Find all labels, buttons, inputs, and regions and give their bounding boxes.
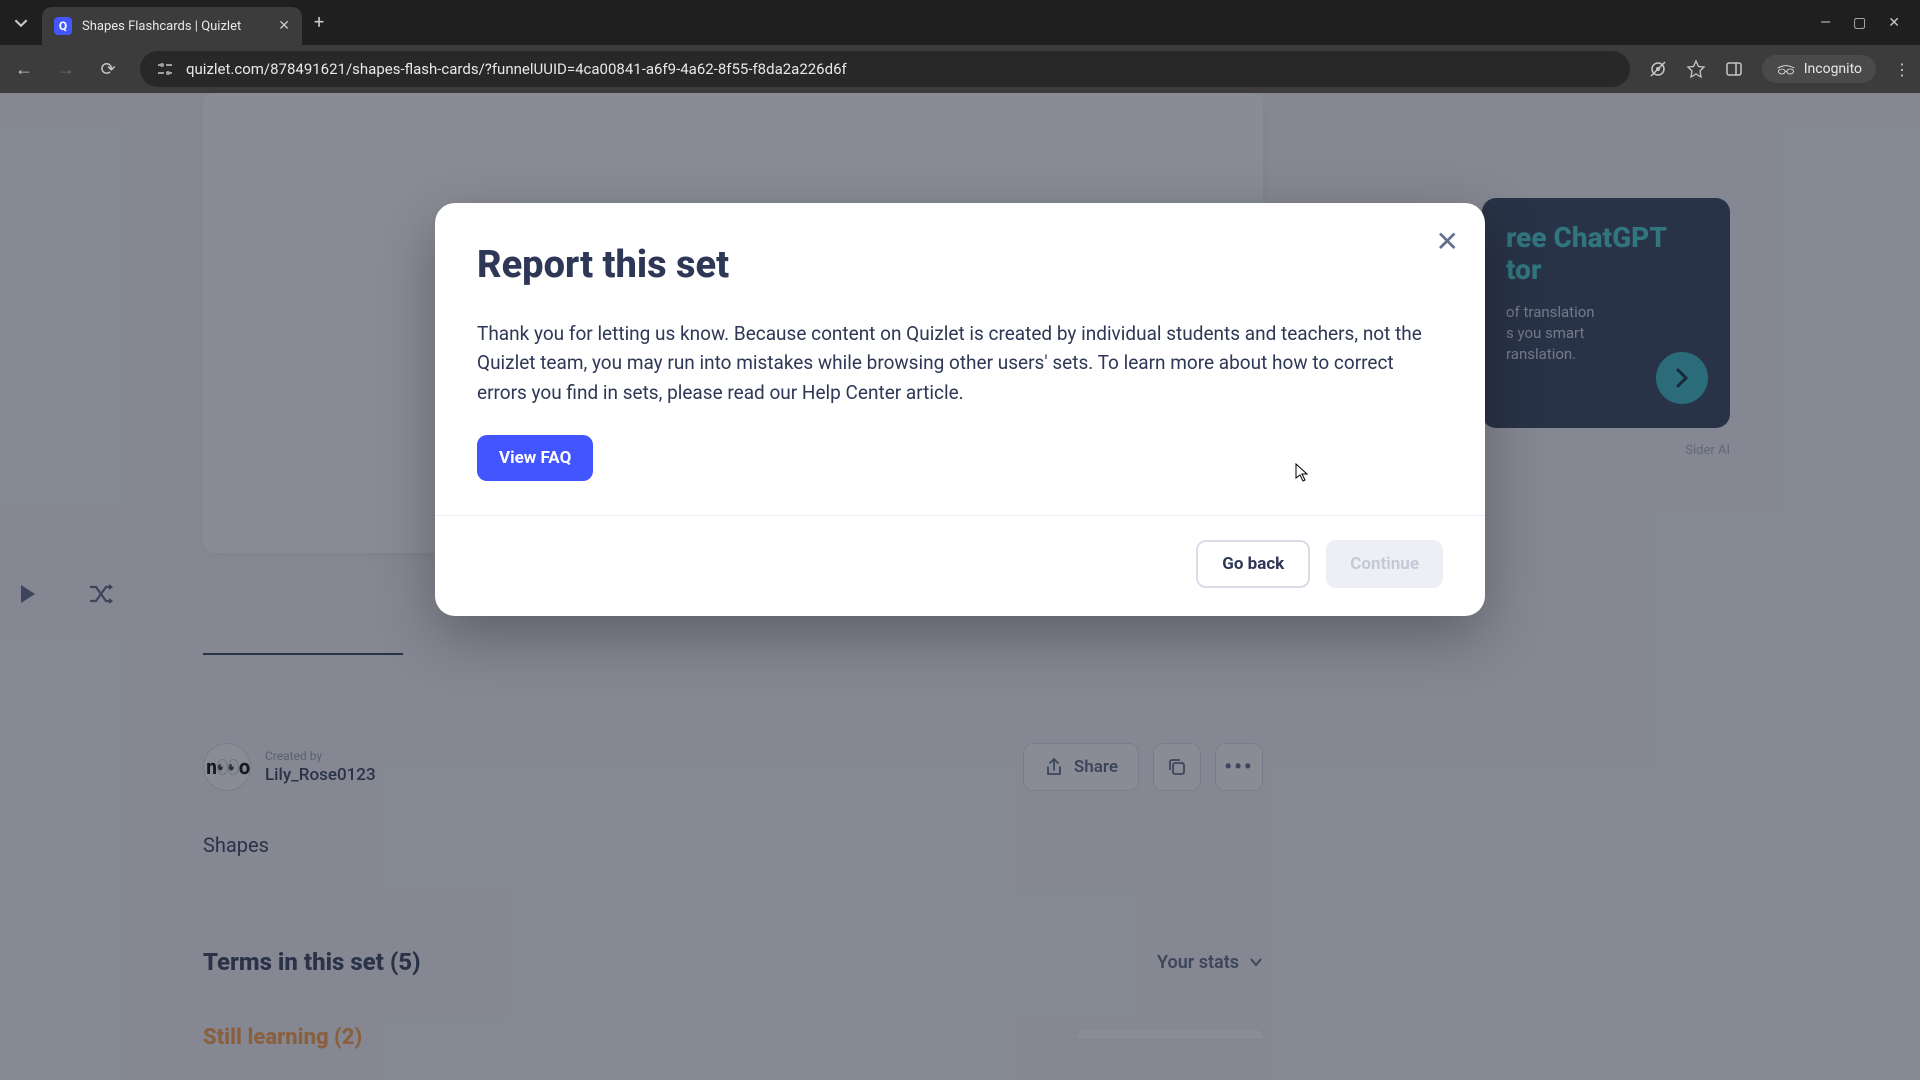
- side-panel-icon[interactable]: [1724, 59, 1744, 79]
- close-window-button[interactable]: ✕: [1888, 15, 1900, 31]
- incognito-badge[interactable]: Incognito: [1762, 55, 1876, 83]
- incognito-icon: [1776, 63, 1796, 75]
- tab-close-icon[interactable]: ✕: [278, 18, 290, 34]
- browser-tab[interactable]: Q Shapes Flashcards | Quizlet ✕: [42, 7, 302, 45]
- tab-title: Shapes Flashcards | Quizlet: [82, 19, 268, 34]
- modal-body: Thank you for letting us know. Because c…: [477, 319, 1443, 407]
- url-text: quizlet.com/878491621/shapes-flash-cards…: [186, 60, 1614, 78]
- cursor-icon: [1295, 463, 1309, 483]
- modal-overlay[interactable]: ✕ Report this set Thank you for letting …: [0, 93, 1920, 1080]
- new-tab-button[interactable]: +: [314, 12, 324, 33]
- report-modal: ✕ Report this set Thank you for letting …: [435, 203, 1485, 616]
- browser-menu-icon[interactable]: ⋮: [1894, 60, 1910, 79]
- maximize-button[interactable]: ▢: [1853, 15, 1866, 31]
- tracking-blocked-icon[interactable]: [1648, 59, 1668, 79]
- window-controls: — ▢ ✕: [1820, 15, 1920, 31]
- browser-toolbar: ← → ⟳ quizlet.com/878491621/shapes-flash…: [0, 45, 1920, 93]
- reload-button[interactable]: ⟳: [94, 59, 122, 80]
- tab-search-dropdown[interactable]: [0, 0, 42, 45]
- site-settings-icon[interactable]: [156, 60, 174, 78]
- continue-button: Continue: [1326, 540, 1443, 588]
- modal-title: Report this set: [477, 243, 1443, 287]
- modal-close-button[interactable]: ✕: [1436, 225, 1459, 258]
- browser-titlebar: Q Shapes Flashcards | Quizlet ✕ + — ▢ ✕: [0, 0, 1920, 45]
- incognito-label: Incognito: [1804, 61, 1862, 77]
- forward-button[interactable]: →: [52, 59, 80, 80]
- address-bar[interactable]: quizlet.com/878491621/shapes-flash-cards…: [140, 51, 1630, 87]
- back-button[interactable]: ←: [10, 59, 38, 80]
- bookmark-star-icon[interactable]: [1686, 59, 1706, 79]
- quizlet-favicon-icon: Q: [54, 17, 72, 35]
- view-faq-button[interactable]: View FAQ: [477, 435, 593, 481]
- page-viewport: ree ChatGPTtor of translation s you smar…: [0, 93, 1920, 1080]
- go-back-button[interactable]: Go back: [1196, 540, 1310, 588]
- minimize-button[interactable]: —: [1820, 15, 1831, 31]
